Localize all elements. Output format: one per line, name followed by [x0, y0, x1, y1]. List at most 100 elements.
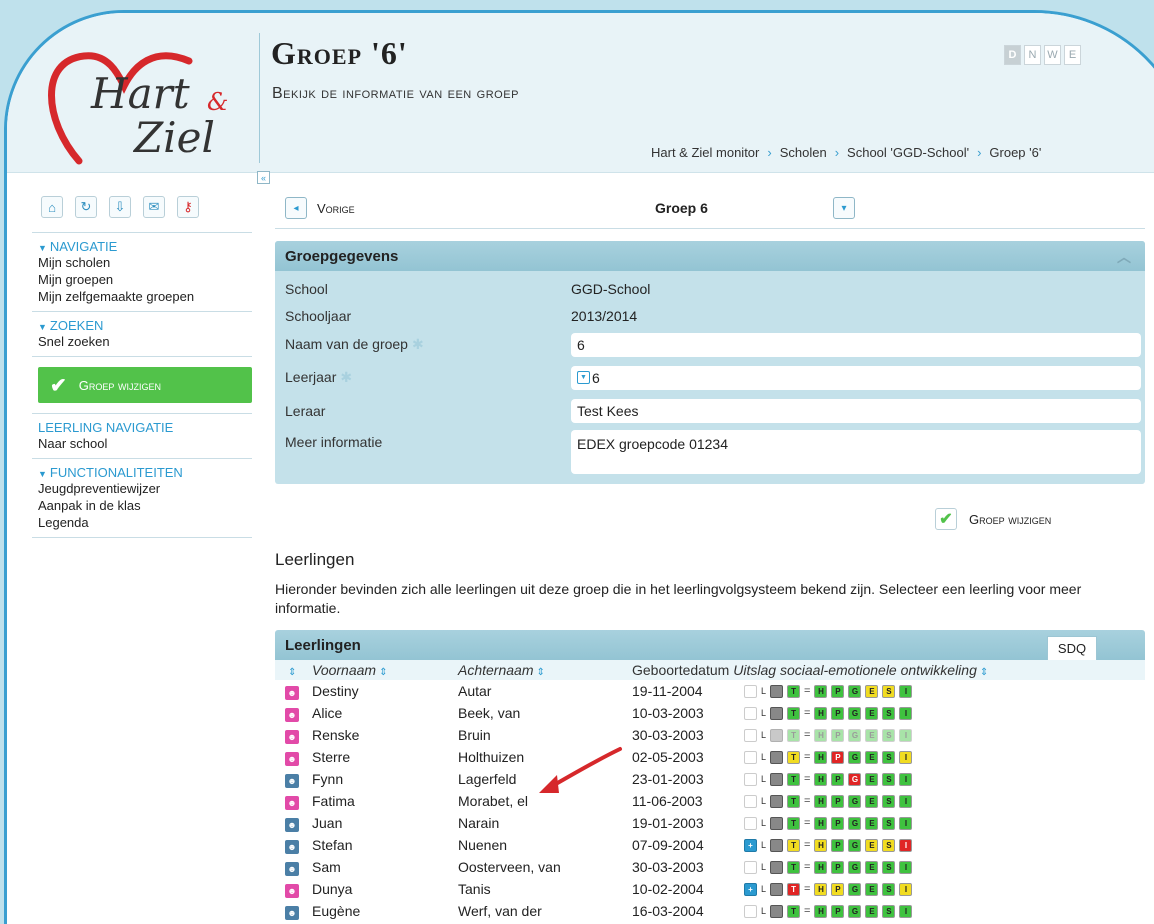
collapse-sidebar-icon[interactable]: «	[257, 171, 270, 184]
score-box-p: P	[831, 706, 845, 720]
sidebar-item-jeugdpreventiewijzer[interactable]: Jeugdpreventiewijzer	[38, 480, 252, 497]
mail-icon[interactable]: ✉	[143, 196, 165, 218]
breadcrumb-item-scholen[interactable]: Scholen	[780, 145, 827, 160]
nav-head-navigatie[interactable]: ▼ NAVIGATIE	[38, 239, 252, 254]
cell-achternaam: Beek, van	[458, 705, 521, 721]
nav-section-zoeken: ▼ ZOEKEN Snel zoeken	[32, 312, 252, 357]
teacher-input[interactable]: Test Kees	[571, 398, 1141, 423]
score-box-p: P	[831, 728, 845, 742]
score-box-grey	[770, 750, 784, 764]
chevron-left-icon[interactable]: ◂	[285, 197, 307, 219]
male-student-icon: ☻	[285, 837, 312, 854]
cell-voornaam: Sterre	[312, 749, 351, 765]
sidebar-item-mijn-groepen[interactable]: Mijn groepen	[38, 271, 252, 288]
score-box-t: T	[787, 750, 801, 764]
lang-e[interactable]: E	[1064, 45, 1081, 65]
sdq-score-strip: L T = H P G E S I	[744, 728, 913, 742]
more-info-textarea[interactable]: EDEX groepcode 01234	[571, 430, 1141, 474]
sidebar-item-legenda[interactable]: Legenda	[38, 514, 252, 531]
score-box-h: H	[814, 684, 828, 698]
score-box-s: S	[882, 706, 896, 720]
column-uitslag[interactable]: Uitslag sociaal-emotionele ontwikkeling ⇕	[733, 662, 988, 678]
column-geboortedatum[interactable]: Geboortedatum	[632, 662, 729, 678]
check-icon[interactable]: ✔	[935, 508, 957, 530]
score-letter: L	[761, 906, 767, 916]
group-select-dropdown[interactable]: ▾	[833, 197, 855, 219]
sort-icon: ⇕	[536, 667, 545, 678]
lang-d[interactable]: D	[1004, 45, 1021, 65]
table-row[interactable]: ☻ Destiny Autar 19-11-2004 L T = H P G E S I	[275, 680, 1145, 702]
cell-achternaam: Oosterveen, van	[458, 859, 561, 875]
plus-icon[interactable]: +	[744, 882, 757, 896]
sidebar-item-snel-zoeken[interactable]: Snel zoeken	[38, 333, 252, 350]
male-student-icon: ☻	[285, 903, 312, 920]
lang-n[interactable]: N	[1024, 45, 1041, 65]
grade-select[interactable]: ▼ 6	[571, 365, 1141, 390]
score-box-p: P	[831, 684, 845, 698]
cell-geboortedatum: 02-05-2003	[632, 749, 704, 765]
score-box-t: T	[787, 706, 801, 720]
score-box-p: P	[831, 860, 845, 874]
plus-icon[interactable]: +	[744, 838, 757, 852]
key-icon[interactable]: ⚷	[177, 196, 199, 218]
sidebar-item-mijn-scholen[interactable]: Mijn scholen	[38, 254, 252, 271]
table-row[interactable]: ☻ Juan Narain 19-01-2003 L T = H P G E S I	[275, 812, 1145, 834]
score-box-g: G	[848, 838, 862, 852]
table-row[interactable]: ☻ Dunya Tanis 10-02-2004 + L T = H P G E S I	[275, 878, 1145, 900]
table-row[interactable]: ☻ Renske Bruin 30-03-2003 L T = H P G E S I	[275, 724, 1145, 746]
breadcrumb-item-school[interactable]: School 'GGD-School'	[847, 145, 969, 160]
table-row[interactable]: ☻ Sam Oosterveen, van 30-03-2003 L T = H P G E S I	[275, 856, 1145, 878]
lang-w[interactable]: W	[1044, 45, 1061, 65]
edit-group-sidebar-button[interactable]: ✔ Groep wijzigen	[38, 367, 252, 403]
score-box-t: T	[787, 860, 801, 874]
sidebar-item-naar-school[interactable]: Naar school	[38, 435, 252, 452]
cell-voornaam: Destiny	[312, 683, 359, 699]
sdq-score-strip: L T = H P G E S I	[744, 860, 913, 874]
score-letter: L	[761, 796, 767, 806]
table-row[interactable]: ☻ Alice Beek, van 10-03-2003 L T = H P G E S I	[275, 702, 1145, 724]
score-letter: L	[761, 774, 767, 784]
home-icon[interactable]: ⌂	[41, 196, 63, 218]
score-box-t: T	[787, 882, 801, 896]
download-icon[interactable]: ⇩	[109, 196, 131, 218]
sort-icon[interactable]: ⇕	[285, 662, 312, 678]
sidebar-item-aanpak-in-de-klas[interactable]: Aanpak in de klas	[38, 497, 252, 514]
score-letter: L	[761, 884, 767, 894]
nav-head-leerling[interactable]: LEERLING NAVIGATIE	[38, 420, 252, 435]
label-school: School	[285, 280, 328, 297]
column-achternaam[interactable]: Achternaam ⇕	[458, 662, 632, 678]
sidebar-item-zelfgemaakte-groepen[interactable]: Mijn zelfgemaakte groepen	[38, 288, 252, 305]
tab-sdq[interactable]: SDQ	[1047, 636, 1097, 660]
nav-head-zoeken[interactable]: ▼ ZOEKEN	[38, 318, 252, 333]
students-description: Hieronder bevinden zich alle leerlingen …	[275, 581, 1082, 616]
edit-group-button[interactable]: Groep wijzigen	[969, 512, 1051, 527]
breadcrumb-item-monitor[interactable]: Hart & Ziel monitor	[651, 145, 759, 160]
label-naam: Naam van de groep ✱	[285, 336, 571, 353]
previous-button[interactable]: Vorige	[317, 201, 355, 216]
score-box-e: E	[865, 904, 879, 918]
label-leraar: Leraar	[285, 402, 326, 419]
nav-section-navigatie: ▼ NAVIGATIE Mijn scholen Mijn groepen Mij…	[32, 233, 252, 312]
table-row[interactable]: ☻ Eugène Werf, van der 16-03-2004 L T = H P G E S I	[275, 900, 1145, 922]
table-row[interactable]: ☻ Fatima Morabet, el 11-06-2003 L T = H P G E S I	[275, 790, 1145, 812]
table-row[interactable]: ☻ Fynn Lagerfeld 23-01-2003 L T = H P G E S I	[275, 768, 1145, 790]
score-box-g: G	[848, 882, 862, 896]
row-naam: Naam van de groep ✱ 6	[275, 331, 1145, 358]
sdq-score-strip: L T = H P G E S I	[744, 816, 913, 830]
table-row[interactable]: ☻ Sterre Holthuizen 02-05-2003 L T = H P G E S I	[275, 746, 1145, 768]
column-voornaam[interactable]: Voornaam ⇕	[312, 662, 458, 678]
label-leerjaar-text: Leerjaar	[285, 369, 337, 385]
score-box-h: H	[814, 904, 828, 918]
score-letter: L	[761, 840, 767, 850]
logo[interactable]: Hart & Ziel	[29, 33, 239, 165]
refresh-icon[interactable]: ↻	[75, 196, 97, 218]
group-name-input[interactable]: 6	[571, 332, 1141, 357]
sdq-score-strip: L T = H P G E S I	[744, 750, 913, 764]
cell-voornaam: Fatima	[312, 793, 355, 809]
nav-head-functionaliteiten[interactable]: ▼ FUNCTIONALITEITEN	[38, 465, 252, 480]
caret-down-icon: ▼	[38, 469, 47, 479]
table-row[interactable]: ☻ Stefan Nuenen 07-09-2004 + L T = H P G E S I	[275, 834, 1145, 856]
score-box-p: P	[831, 882, 845, 896]
chevron-up-icon[interactable]: ︿	[1117, 247, 1131, 267]
equals-sign: =	[804, 685, 811, 697]
